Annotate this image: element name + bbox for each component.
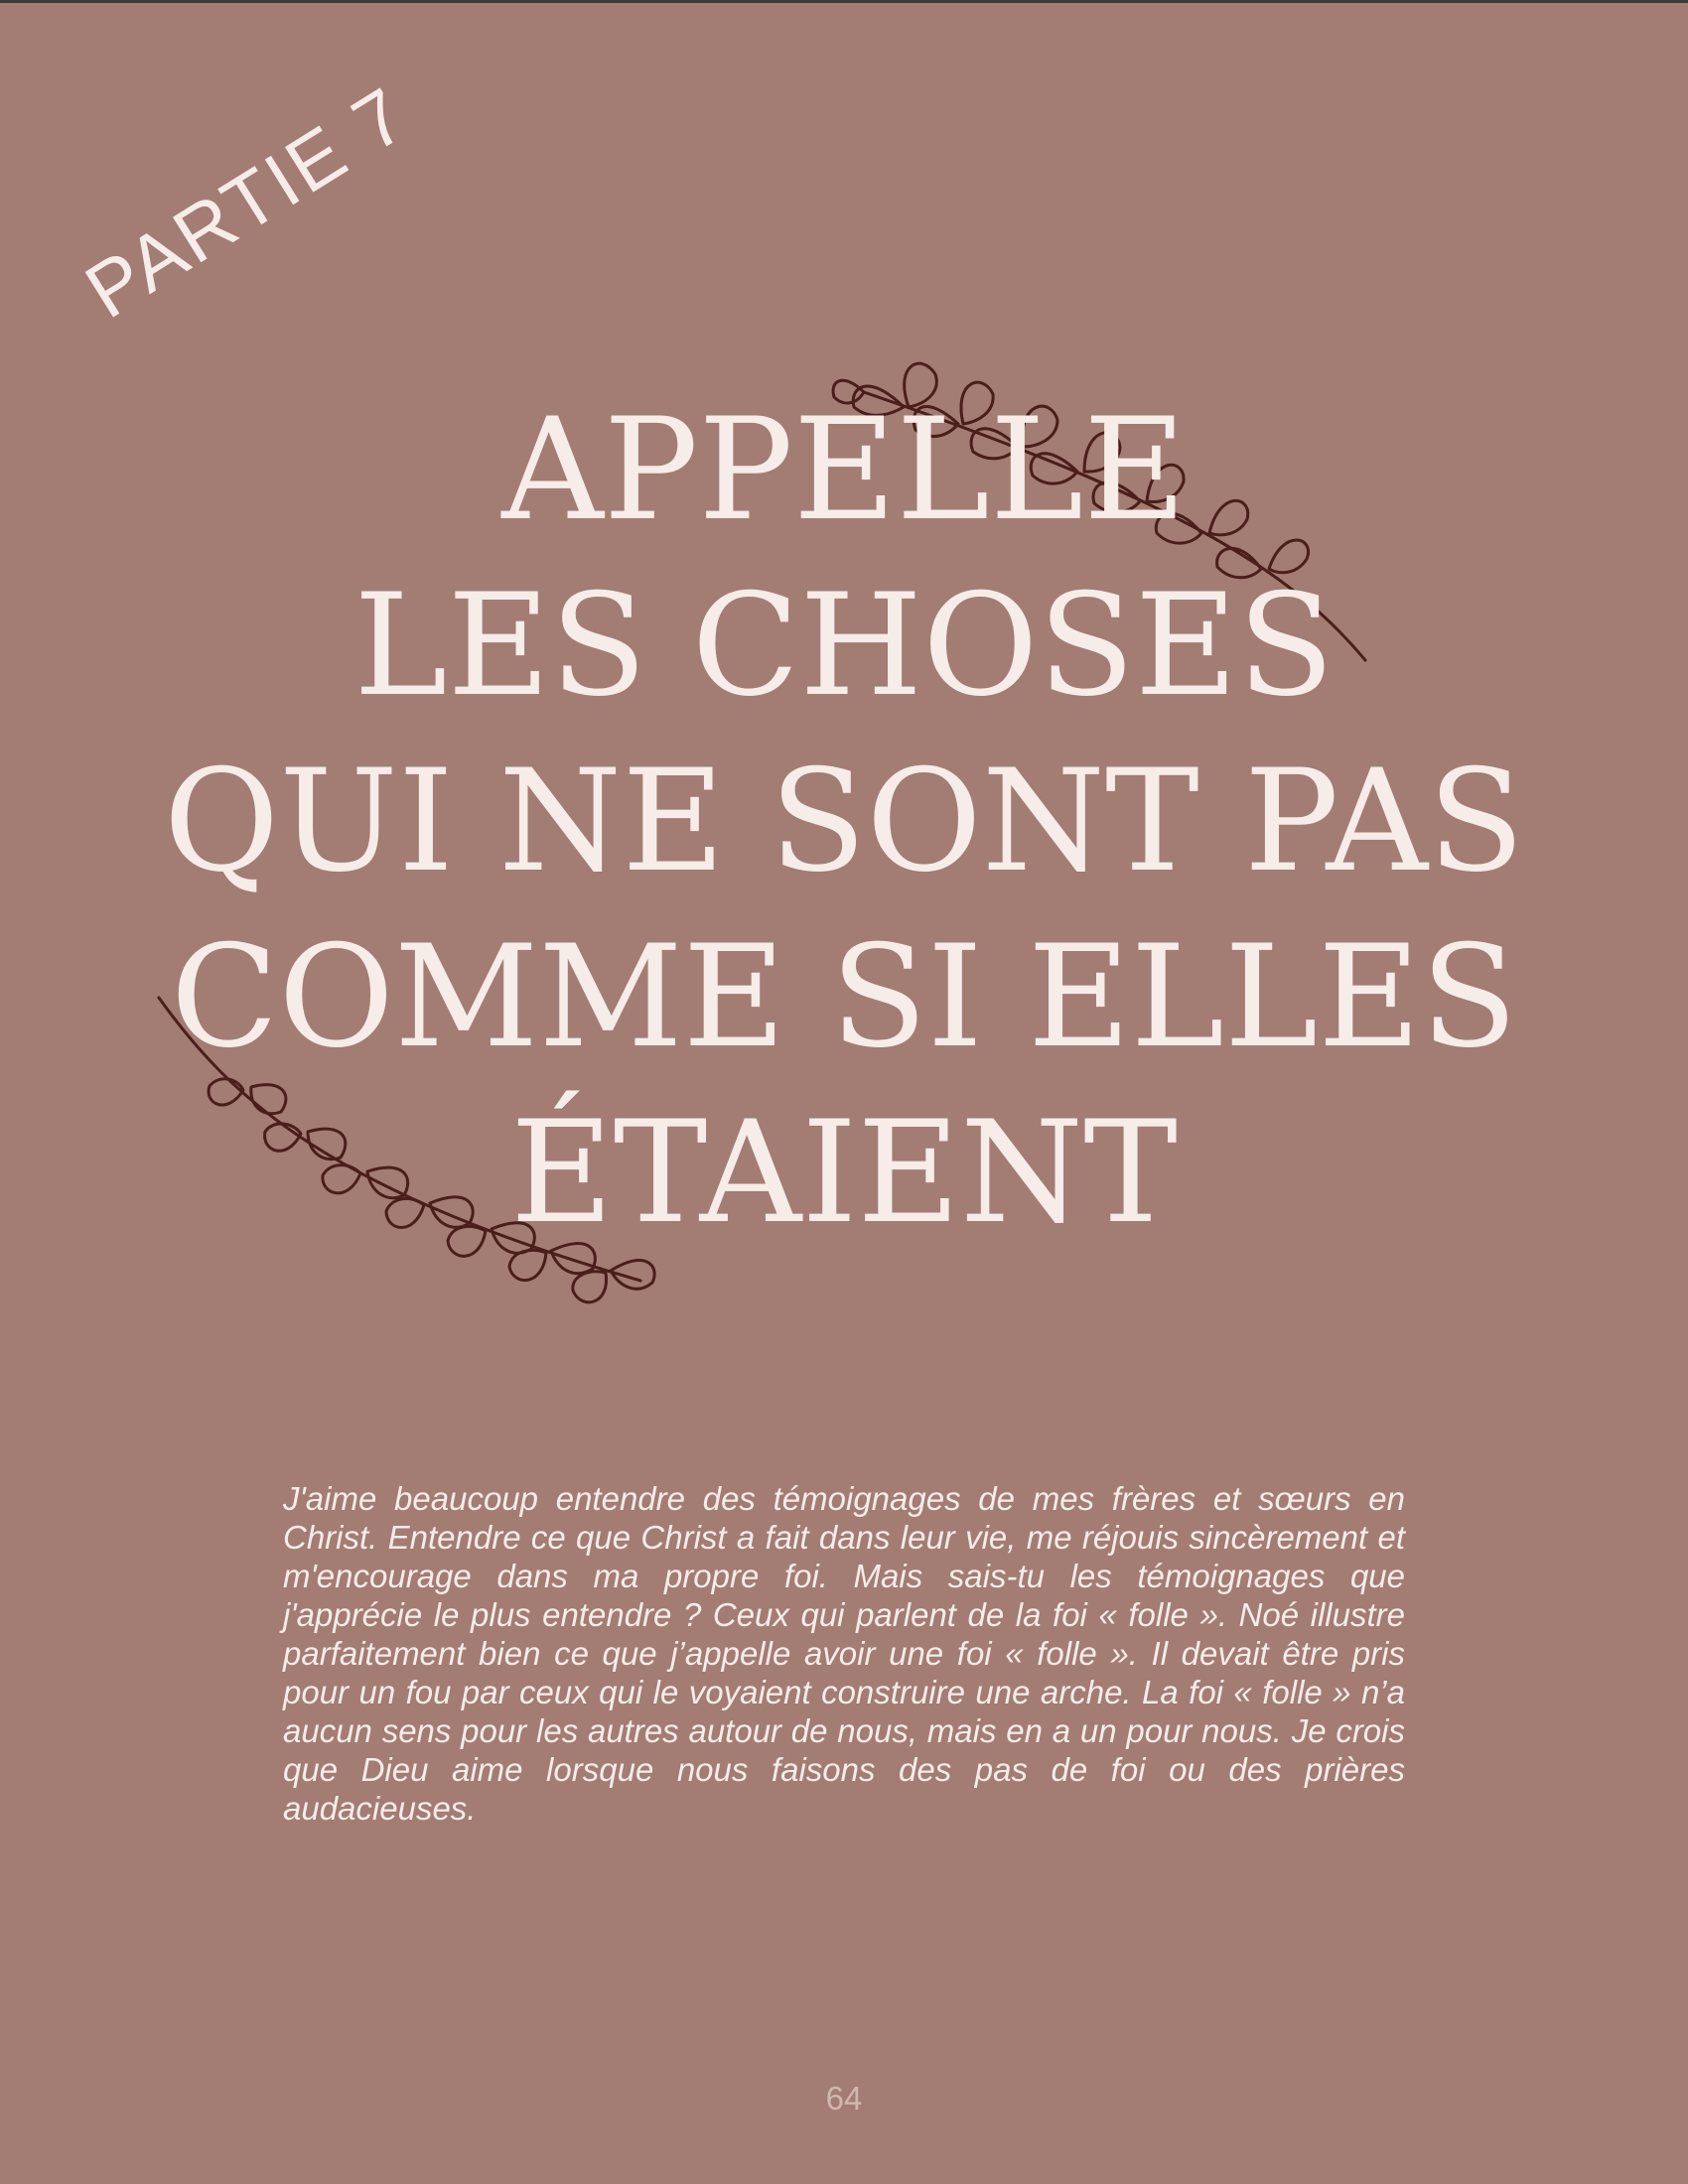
chapter-title: APPELLE LES CHOSES QUI NE SONT PAS COMME… bbox=[0, 382, 1688, 1261]
title-line: COMME SI ELLES bbox=[170, 915, 1518, 1079]
title-line: QUI NE SONT PAS bbox=[163, 740, 1525, 903]
title-line: APPELLE bbox=[501, 388, 1187, 552]
body-paragraph: J'aime beaucoup entendre des témoignages… bbox=[283, 1480, 1405, 1827]
page-number: 64 bbox=[825, 2080, 863, 2116]
page: PARTIE 7 APPELLE LES CHOSES QUI NE SONT … bbox=[0, 0, 1688, 2184]
part-label: PARTIE 7 bbox=[70, 68, 423, 336]
top-border bbox=[0, 0, 1688, 3]
title-line: LES CHOSES bbox=[353, 564, 1335, 728]
title-line: ÉTAIENT bbox=[510, 1091, 1178, 1255]
